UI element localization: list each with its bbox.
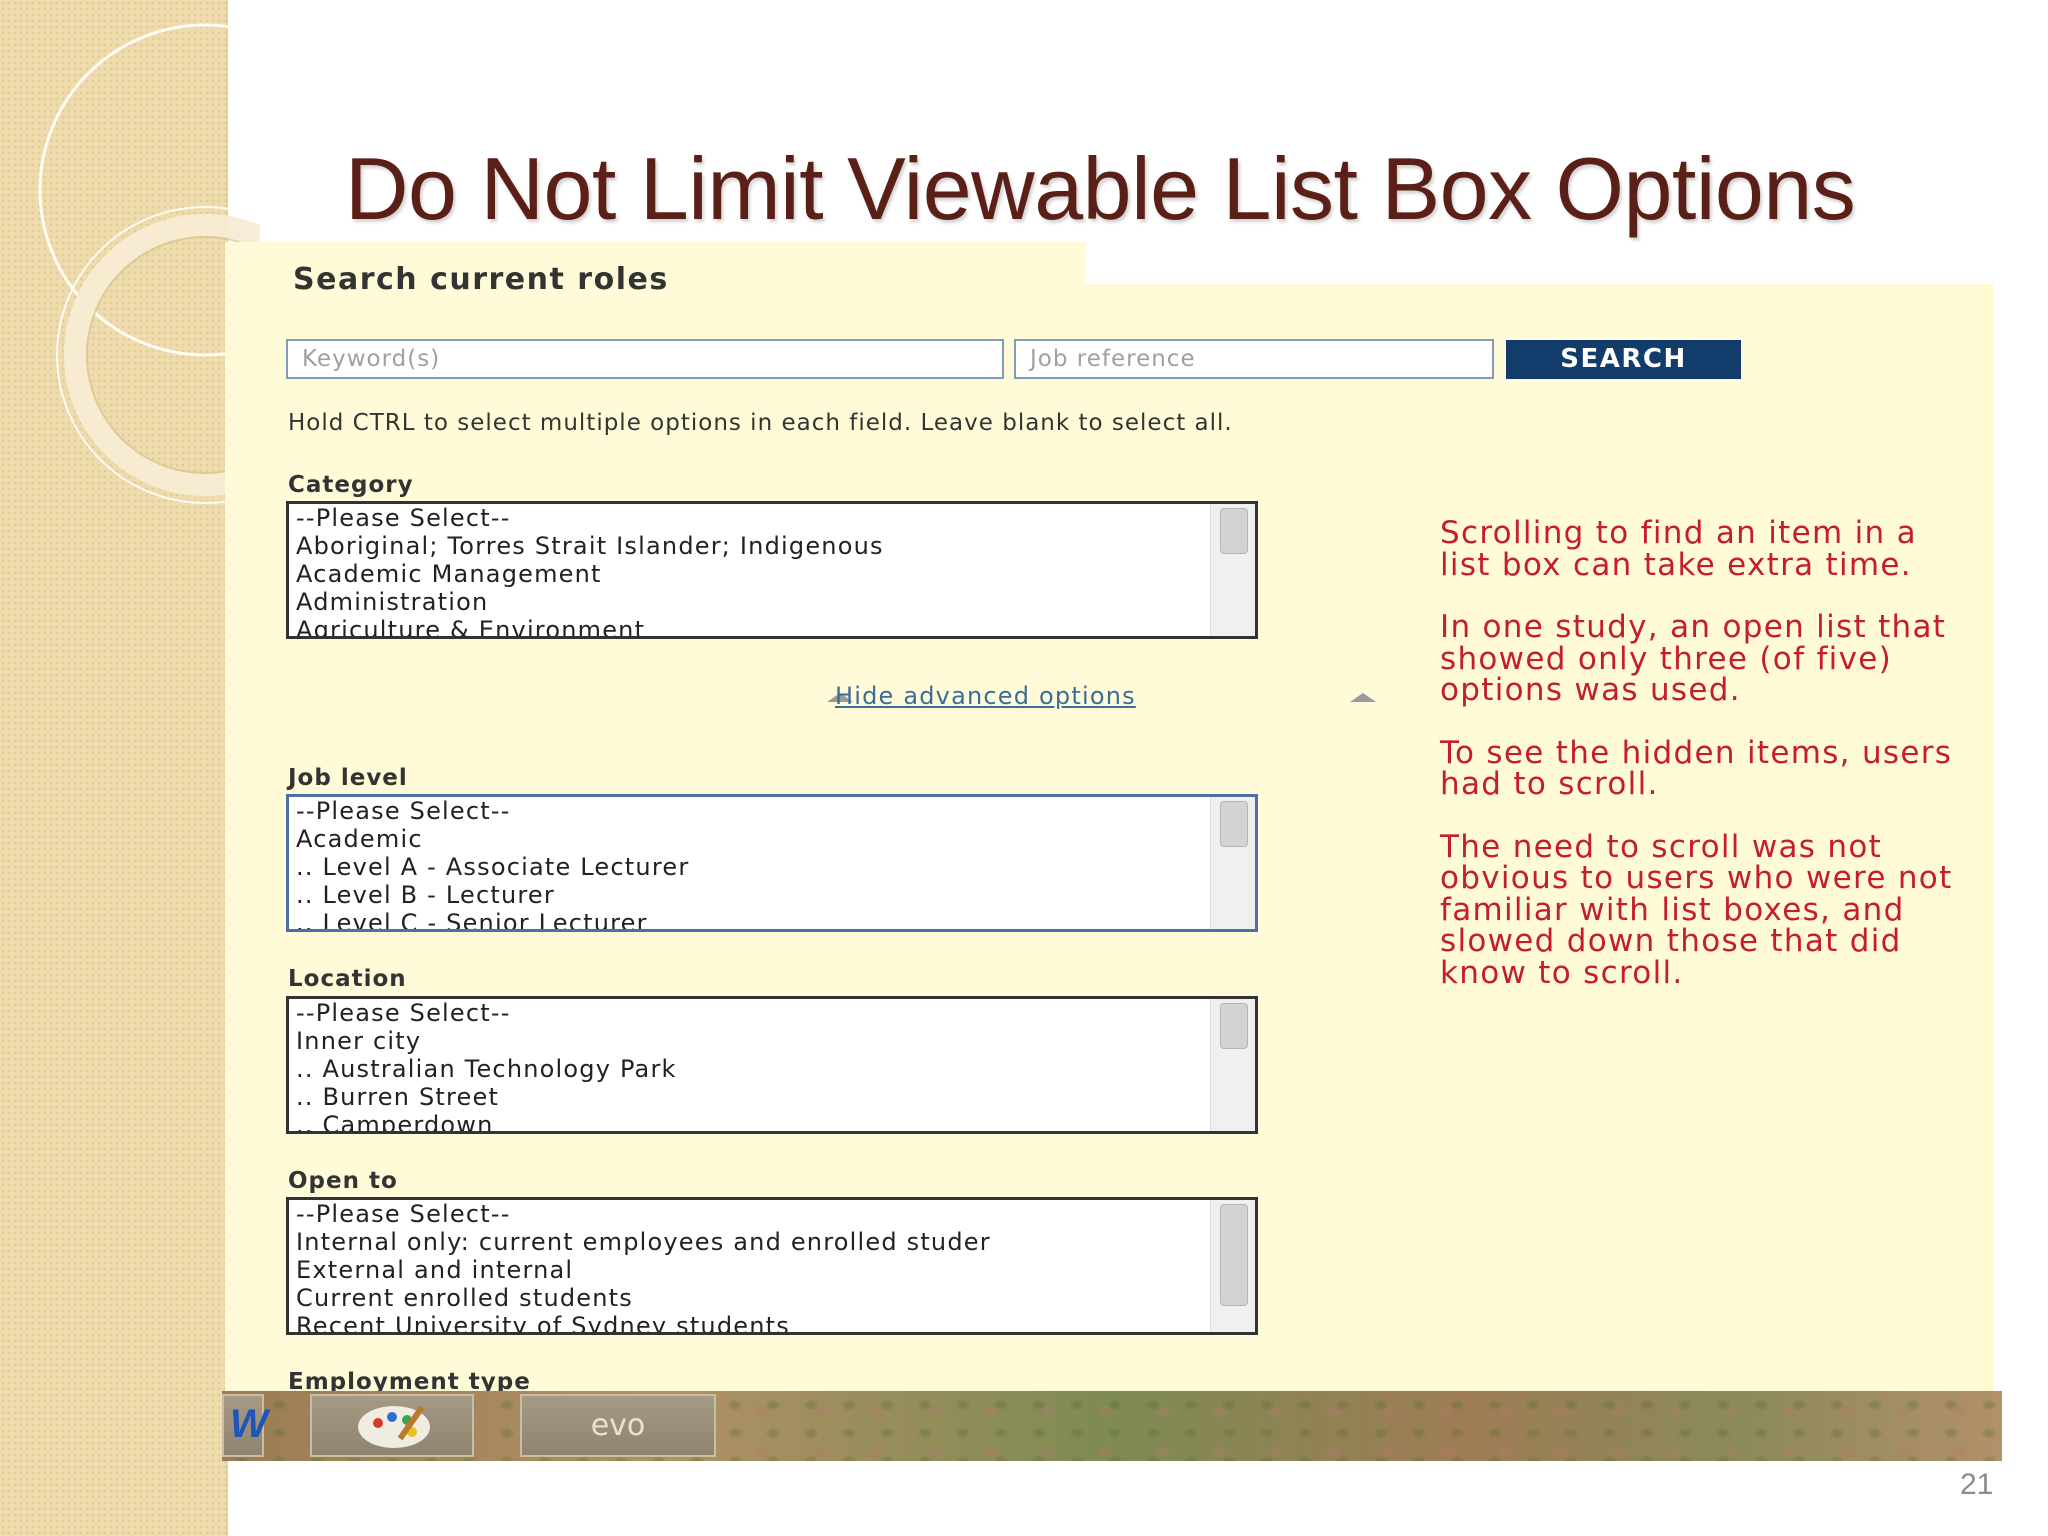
location-option[interactable]: .. Australian Technology Park xyxy=(289,1055,1196,1083)
job-level-scrollbar[interactable] xyxy=(1210,797,1255,929)
annotation-paragraph: In one study, an open list that showed o… xyxy=(1440,609,1947,708)
screenshot-edge xyxy=(1983,284,1993,1402)
location-option[interactable]: .. Burren Street xyxy=(289,1083,1196,1111)
screenshot-notch xyxy=(1085,242,1993,284)
job-level-option[interactable]: .. Level C - Senior Lecturer xyxy=(289,909,1196,929)
open-to-option[interactable]: Internal only: current employees and enr… xyxy=(289,1228,1196,1256)
slide-title: Do Not Limit Viewable List Box Options xyxy=(345,139,1856,238)
search-button[interactable]: SEARCH xyxy=(1506,340,1741,379)
category-listbox[interactable]: --Please Select-- Aboriginal; Torres Str… xyxy=(286,501,1258,639)
search-heading: Search current roles xyxy=(293,262,669,297)
category-scrollbar[interactable] xyxy=(1210,504,1255,636)
open-to-label: Open to xyxy=(288,1168,398,1194)
scroll-thumb[interactable] xyxy=(1220,1204,1248,1306)
location-label: Location xyxy=(288,966,407,992)
job-level-listbox[interactable]: --Please Select-- Academic .. Level A - … xyxy=(286,794,1258,932)
job-search-screenshot: Search current roles Keyword(s) Job refe… xyxy=(225,242,1993,1402)
multi-select-hint: Hold CTRL to select multiple options in … xyxy=(288,410,1233,436)
location-option[interactable]: Inner city xyxy=(289,1027,1196,1055)
open-to-option[interactable]: Recent University of Sydney students xyxy=(289,1312,1196,1332)
annotation-callout: Scrolling to find an item in a list box … xyxy=(1440,515,1975,1020)
annotation-paragraph: To see the hidden items, users had to sc… xyxy=(1440,734,1953,802)
slide: Do Not Limit Viewable List Box Options S… xyxy=(0,0,2048,1536)
annotation-paragraph: Scrolling to find an item in a list box … xyxy=(1440,515,1917,583)
category-label: Category xyxy=(288,472,414,498)
location-option[interactable]: --Please Select-- xyxy=(289,999,1196,1027)
job-level-option[interactable]: .. Level A - Associate Lecturer xyxy=(289,853,1196,881)
annotation-paragraph: The need to scroll was not obvious to us… xyxy=(1440,828,1953,991)
decorative-circles xyxy=(38,23,260,504)
hide-advanced-options-link[interactable]: Hide advanced options xyxy=(835,682,1136,710)
open-to-option[interactable]: --Please Select-- xyxy=(289,1200,1196,1228)
location-listbox[interactable]: --Please Select-- Inner city .. Australi… xyxy=(286,996,1258,1134)
category-option[interactable]: Aboriginal; Torres Strait Islander; Indi… xyxy=(289,532,1196,560)
location-option[interactable]: .. Camperdown xyxy=(289,1111,1196,1131)
evo-label: evo xyxy=(590,1408,646,1443)
open-to-option[interactable]: External and internal xyxy=(289,1256,1196,1284)
open-to-scrollbar[interactable] xyxy=(1210,1200,1255,1332)
paint-icon[interactable] xyxy=(310,1394,474,1457)
job-level-label: Job level xyxy=(288,765,408,791)
scroll-thumb[interactable] xyxy=(1220,801,1248,847)
page-number: 21 xyxy=(1960,1468,1994,1501)
scroll-thumb[interactable] xyxy=(1220,508,1248,554)
scroll-thumb[interactable] xyxy=(1220,1003,1248,1049)
location-scrollbar[interactable] xyxy=(1210,999,1255,1131)
job-reference-input[interactable]: Job reference xyxy=(1014,339,1494,379)
word-glyph: W xyxy=(230,1402,268,1446)
keyword-input[interactable]: Keyword(s) xyxy=(286,339,1004,379)
evo-icon[interactable]: evo xyxy=(520,1394,716,1457)
job-level-option[interactable]: .. Level B - Lecturer xyxy=(289,881,1196,909)
category-option[interactable]: --Please Select-- xyxy=(289,504,1196,532)
taskbar: W evo xyxy=(222,1391,2002,1461)
job-level-option[interactable]: --Please Select-- xyxy=(289,797,1196,825)
open-to-option[interactable]: Current enrolled students xyxy=(289,1284,1196,1312)
job-level-option[interactable]: Academic xyxy=(289,825,1196,853)
open-to-listbox[interactable]: --Please Select-- Internal only: current… xyxy=(286,1197,1258,1335)
word-icon[interactable]: W xyxy=(222,1394,268,1457)
collapse-arrow-icon[interactable] xyxy=(1350,693,1376,702)
category-option[interactable]: Agriculture & Environment xyxy=(289,616,1196,636)
palette-icon xyxy=(358,1405,430,1448)
category-option[interactable]: Academic Management xyxy=(289,560,1196,588)
category-option[interactable]: Administration xyxy=(289,588,1196,616)
